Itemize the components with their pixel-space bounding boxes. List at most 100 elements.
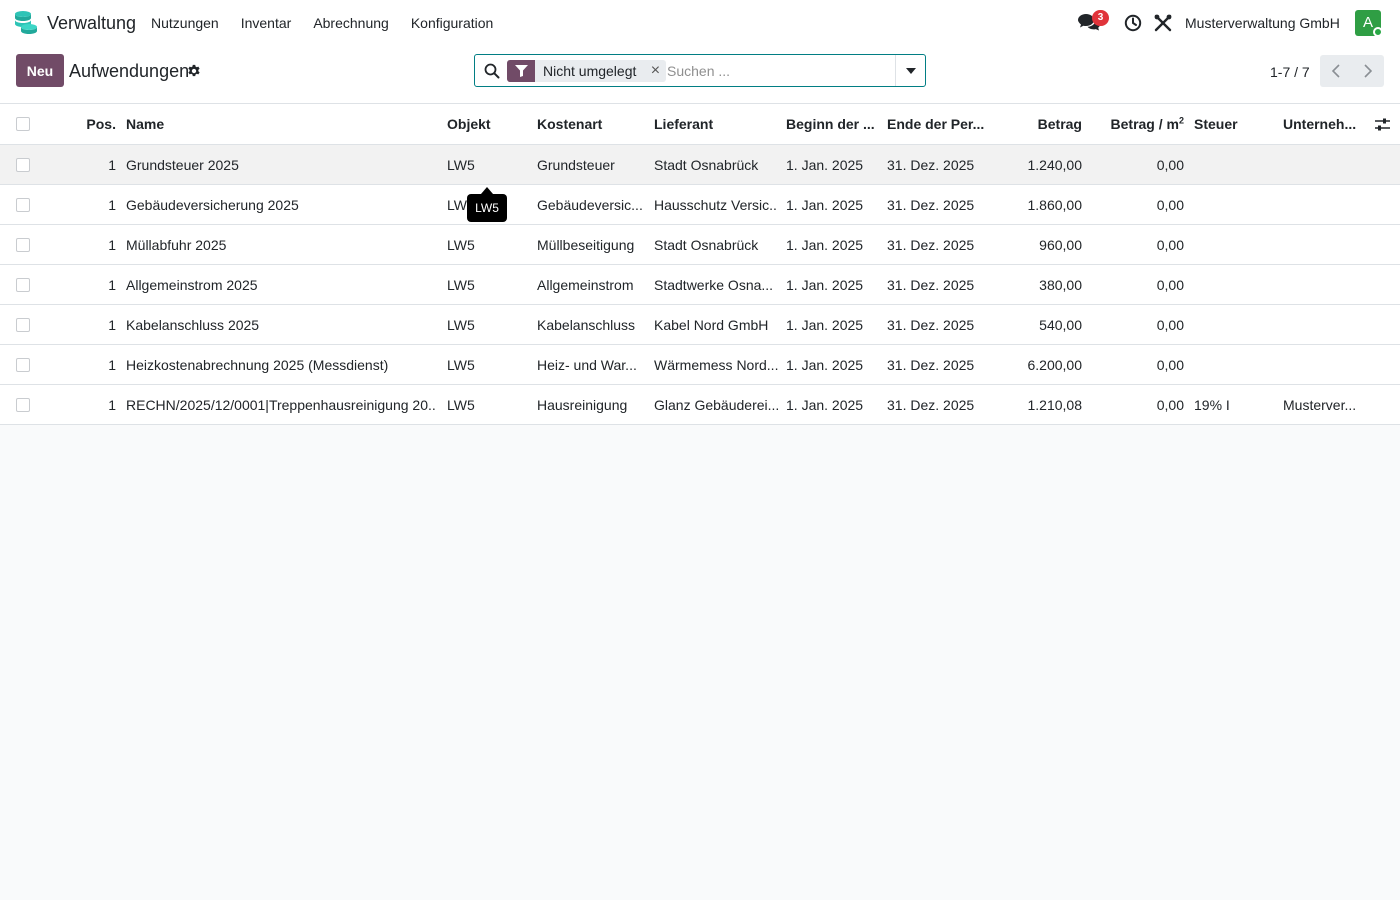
top-navbar: Verwaltung Nutzungen Inventar Abrechnung… bbox=[0, 0, 1400, 46]
cell-name: Kabelanschluss 2025 bbox=[126, 317, 260, 333]
table-row[interactable]: 1 Heizkostenabrechnung 2025 (Messdienst) L… bbox=[0, 345, 1400, 385]
tooltip: LW5 bbox=[467, 194, 507, 222]
header-name[interactable]: Name bbox=[126, 104, 436, 144]
table-row[interactable]: 1 Allgemeinstrom 2025 LW5 Allgemeinstrom Sta… bbox=[0, 265, 1400, 305]
table-row[interactable]: 1 Gebäudeversicherung 2025 LW5 Gebäudeversi… bbox=[0, 185, 1400, 225]
cell-objekt: LW5 bbox=[447, 317, 475, 333]
cell-objekt: LW5 bbox=[447, 157, 475, 173]
header-ende[interactable]: Ende der Per... bbox=[887, 104, 987, 144]
header-pos[interactable]: Pos. bbox=[80, 104, 116, 144]
cell-unternehmen bbox=[1283, 305, 1363, 344]
menu-item-nutzungen[interactable]: Nutzungen bbox=[151, 15, 219, 31]
search-input[interactable] bbox=[667, 59, 892, 83]
cell-lieferant: Kabel Nord GmbH bbox=[654, 317, 769, 333]
clock-icon[interactable] bbox=[1124, 14, 1142, 32]
select-all-checkbox[interactable] bbox=[16, 117, 30, 131]
cell-betrag-qm: 0,00 bbox=[1156, 237, 1184, 253]
search-bar: Nicht umgelegt × bbox=[474, 54, 926, 87]
header-unternehmen[interactable]: Unterneh... bbox=[1283, 104, 1363, 144]
cell-ende: 31. Dez. 2025 bbox=[887, 277, 975, 293]
cell-steuer bbox=[1194, 305, 1274, 344]
cell-ende: 31. Dez. 2025 bbox=[887, 197, 975, 213]
row-checkbox[interactable] bbox=[16, 398, 30, 412]
header-steuer[interactable]: Steuer bbox=[1194, 104, 1274, 144]
cell-beginn: 1. Jan. 2025 bbox=[786, 277, 864, 293]
cell-betrag: 380,00 bbox=[1039, 277, 1082, 293]
cell-steuer: 19% I bbox=[1194, 397, 1230, 413]
header-kostenart[interactable]: Kostenart bbox=[537, 104, 645, 144]
header-betrag-qm[interactable]: Betrag / m2 bbox=[1092, 104, 1184, 144]
header-lieferant[interactable]: Lieferant bbox=[654, 104, 778, 144]
tools-icon[interactable] bbox=[1154, 14, 1172, 32]
table-row[interactable]: 1 Müllabfuhr 2025 LW5 Müllbeseitigung Stadt … bbox=[0, 225, 1400, 265]
cell-ende: 31. Dez. 2025 bbox=[887, 317, 975, 333]
cell-unternehmen bbox=[1283, 225, 1363, 264]
table-header: Pos. Name Objekt Kostenart Lieferant Beg… bbox=[0, 104, 1400, 145]
row-checkbox[interactable] bbox=[16, 198, 30, 212]
menu-item-abrechnung[interactable]: Abrechnung bbox=[313, 15, 389, 31]
pager-next-button[interactable] bbox=[1352, 55, 1384, 87]
row-checkbox[interactable] bbox=[16, 318, 30, 332]
row-checkbox[interactable] bbox=[16, 358, 30, 372]
menu-item-inventar[interactable]: Inventar bbox=[241, 15, 292, 31]
app-name[interactable]: Verwaltung bbox=[47, 13, 136, 34]
cell-name: RECHN/2025/12/0001|Treppenhausreinigung … bbox=[126, 397, 436, 413]
cell-unternehmen bbox=[1283, 145, 1363, 184]
menu-item-konfiguration[interactable]: Konfiguration bbox=[411, 15, 494, 31]
cell-pos: 1 bbox=[108, 277, 116, 293]
cell-betrag: 1.240,00 bbox=[1027, 157, 1083, 173]
cell-betrag: 1.210,08 bbox=[1027, 397, 1083, 413]
facet-remove-icon[interactable]: × bbox=[644, 60, 666, 82]
header-beginn[interactable]: Beginn der ... bbox=[786, 104, 878, 144]
row-checkbox[interactable] bbox=[16, 278, 30, 292]
cell-beginn: 1. Jan. 2025 bbox=[786, 157, 864, 173]
cell-beginn: 1. Jan. 2025 bbox=[786, 357, 864, 373]
cell-kostenart: Kabelanschluss bbox=[537, 317, 636, 333]
cell-ende: 31. Dez. 2025 bbox=[887, 357, 975, 373]
cell-lieferant: Glanz Gebäuderei... bbox=[654, 397, 778, 413]
cell-objekt: LW5 bbox=[447, 237, 475, 253]
row-checkbox[interactable] bbox=[16, 158, 30, 172]
table-row[interactable]: 1 RECHN/2025/12/0001|Treppenhausreinigung… bbox=[0, 385, 1400, 425]
header-betrag[interactable]: Betrag bbox=[994, 104, 1082, 144]
cell-betrag-qm: 0,00 bbox=[1156, 317, 1184, 333]
cell-betrag-qm: 0,00 bbox=[1156, 397, 1184, 413]
cell-pos: 1 bbox=[108, 237, 116, 253]
column-settings-icon[interactable] bbox=[1375, 117, 1390, 132]
cell-kostenart: Allgemeinstrom bbox=[537, 277, 634, 293]
gear-icon[interactable] bbox=[187, 64, 201, 78]
cell-steuer bbox=[1194, 225, 1274, 264]
cell-name: Gebäudeversicherung 2025 bbox=[126, 197, 299, 213]
filter-icon bbox=[507, 60, 535, 82]
cell-beginn: 1. Jan. 2025 bbox=[786, 397, 864, 413]
cell-kostenart: Gebäudeversic... bbox=[537, 197, 643, 213]
cell-lieferant: Wärmemess Nord... bbox=[654, 357, 778, 373]
cell-objekt: LW5 bbox=[447, 397, 475, 413]
cell-betrag-qm: 0,00 bbox=[1156, 157, 1184, 173]
new-button[interactable]: Neu bbox=[16, 54, 64, 87]
search-icon[interactable] bbox=[484, 63, 500, 79]
cell-steuer bbox=[1194, 265, 1274, 304]
row-checkbox[interactable] bbox=[16, 238, 30, 252]
cell-name: Allgemeinstrom 2025 bbox=[126, 277, 258, 293]
cell-steuer bbox=[1194, 185, 1274, 224]
online-status-dot bbox=[1373, 27, 1383, 37]
header-objekt[interactable]: Objekt bbox=[447, 104, 527, 144]
filter-facet: Nicht umgelegt × bbox=[507, 60, 667, 82]
database-stack-icon[interactable] bbox=[14, 10, 38, 36]
cell-objekt: LW5 bbox=[447, 357, 475, 373]
table-row[interactable]: 1 Grundsteuer 2025 LW5 Grundsteuer Stadt Osn… bbox=[0, 145, 1400, 185]
cell-kostenart: Heiz- und War... bbox=[537, 357, 637, 373]
search-options-toggle[interactable] bbox=[895, 55, 925, 86]
cell-pos: 1 bbox=[108, 197, 116, 213]
table-row[interactable]: 1 Kabelanschluss 2025 LW5 Kabelanschluss Kab… bbox=[0, 305, 1400, 345]
pager-value[interactable]: 1-7 / 7 bbox=[1270, 64, 1310, 80]
cell-name: Müllabfuhr 2025 bbox=[126, 237, 227, 253]
company-switcher[interactable]: Musterverwaltung GmbH bbox=[1185, 15, 1340, 31]
cell-unternehmen bbox=[1283, 345, 1363, 384]
cell-unternehmen: Musterver... bbox=[1283, 397, 1357, 413]
header-betrag-qm-label: Betrag / m bbox=[1110, 116, 1179, 132]
header-betrag-qm-sup: 2 bbox=[1178, 115, 1184, 126]
main-menu: Nutzungen Inventar Abrechnung Konfigurat… bbox=[151, 15, 515, 31]
pager-previous-button[interactable] bbox=[1320, 55, 1352, 87]
